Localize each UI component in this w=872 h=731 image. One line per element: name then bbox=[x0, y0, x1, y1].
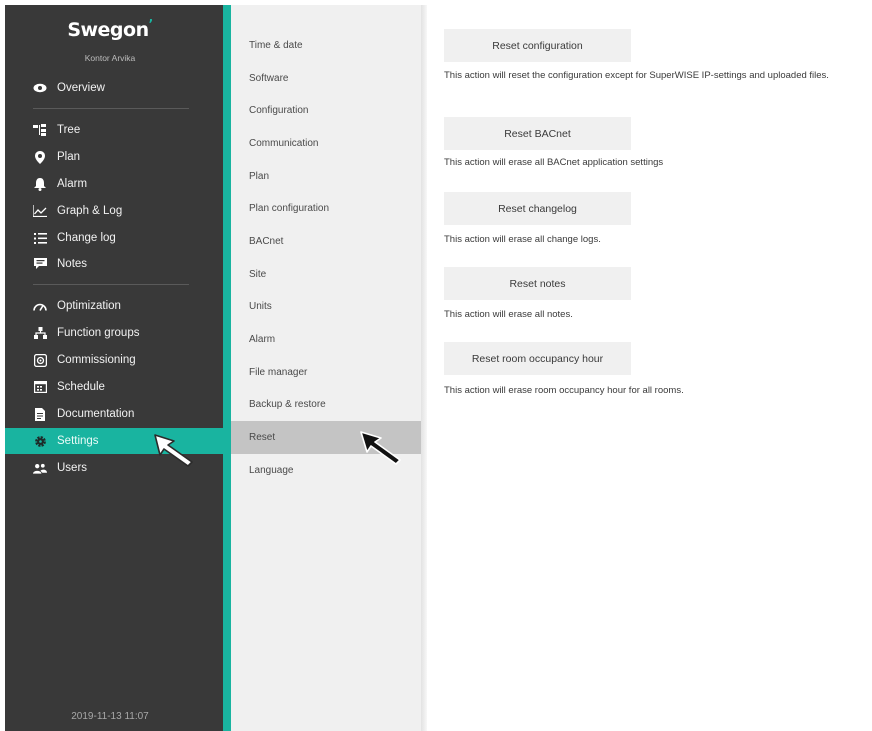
sidebar-item-label: Alarm bbox=[57, 178, 88, 190]
users-icon bbox=[33, 461, 47, 475]
submenu-item-label: Plan bbox=[249, 171, 270, 182]
sidebar-divider bbox=[33, 284, 189, 285]
sidebar-divider bbox=[33, 108, 189, 109]
gauge-icon bbox=[33, 299, 47, 313]
sidebar-item-label: Commissioning bbox=[57, 354, 136, 366]
sidebar-item-tree[interactable]: Tree bbox=[5, 117, 223, 143]
timestamp: 2019-11-13 11:07 bbox=[71, 711, 149, 722]
swegon-logo: Swegon’ bbox=[5, 17, 215, 41]
submenu-item-plan[interactable]: Plan bbox=[231, 160, 421, 193]
submenu-item-label: Language bbox=[249, 465, 294, 476]
line-chart-icon bbox=[33, 204, 47, 218]
sidebar: Swegon’ Kontor Arvika Overview Tree Plan… bbox=[5, 5, 223, 731]
submenu-item-label: Site bbox=[249, 269, 267, 280]
submenu-item-label: Software bbox=[249, 73, 289, 84]
list-icon bbox=[33, 231, 47, 245]
submenu-item-label: Backup & restore bbox=[249, 399, 326, 410]
logo-tick-icon: ’ bbox=[148, 17, 154, 31]
sidebar-item-label: Overview bbox=[57, 82, 105, 94]
submenu-shadow-edge bbox=[421, 5, 427, 731]
gear-icon bbox=[33, 434, 47, 448]
sidebar-item-optimization[interactable]: Optimization bbox=[5, 293, 223, 319]
sidebar-item-label: Change log bbox=[57, 232, 116, 244]
sidebar-item-label: Tree bbox=[57, 124, 81, 136]
settings-submenu: Time & date Software Configuration Commu… bbox=[231, 5, 421, 731]
submenu-item-file-manager[interactable]: File manager bbox=[231, 356, 421, 389]
sidebar-item-label: Settings bbox=[57, 435, 99, 447]
submenu-item-label: Alarm bbox=[249, 334, 276, 345]
calendar-icon bbox=[33, 380, 47, 394]
submenu-item-communication[interactable]: Communication bbox=[231, 127, 421, 160]
sidebar-item-label: Users bbox=[57, 462, 88, 474]
reset-room-occupancy-button[interactable]: Reset room occupancy hour bbox=[444, 342, 631, 375]
site-name: Kontor Arvika bbox=[84, 53, 136, 63]
sidebar-item-label: Optimization bbox=[57, 300, 121, 312]
hierarchy-icon bbox=[33, 326, 47, 340]
map-pin-icon bbox=[33, 150, 47, 164]
submenu-item-label: Units bbox=[249, 301, 272, 312]
submenu-item-time-date[interactable]: Time & date bbox=[231, 29, 421, 62]
submenu-item-label: File manager bbox=[249, 367, 308, 378]
reset-room-occupancy-description: This action will erase room occupancy ho… bbox=[444, 385, 684, 396]
chat-bubble-icon bbox=[33, 257, 47, 271]
submenu-item-units[interactable]: Units bbox=[231, 290, 421, 323]
reset-bacnet-button[interactable]: Reset BACnet bbox=[444, 117, 631, 150]
submenu-item-label: Configuration bbox=[249, 105, 309, 116]
submenu-item-bacnet[interactable]: BACnet bbox=[231, 225, 421, 258]
sidebar-item-label: Graph & Log bbox=[57, 205, 123, 217]
pointer-arrow-icon bbox=[360, 431, 401, 465]
sidebar-item-label: Plan bbox=[57, 151, 81, 163]
submenu-item-backup-restore[interactable]: Backup & restore bbox=[231, 388, 421, 421]
reset-notes-description: This action will erase all notes. bbox=[444, 309, 573, 320]
sidebar-item-function-groups[interactable]: Function groups bbox=[5, 320, 223, 346]
submenu-item-label: Plan configuration bbox=[249, 203, 330, 214]
reset-configuration-description: This action will reset the configuration… bbox=[444, 70, 829, 81]
reset-notes-button[interactable]: Reset notes bbox=[444, 267, 631, 300]
submenu-item-plan-configuration[interactable]: Plan configuration bbox=[231, 192, 421, 225]
submenu-item-software[interactable]: Software bbox=[231, 62, 421, 95]
sidebar-accent-strip bbox=[223, 5, 231, 731]
sidebar-item-documentation[interactable]: Documentation bbox=[5, 401, 223, 427]
sidebar-item-schedule[interactable]: Schedule bbox=[5, 374, 223, 400]
sidebar-item-graph-log[interactable]: Graph & Log bbox=[5, 198, 223, 224]
submenu-item-label: Reset bbox=[249, 432, 276, 443]
document-icon bbox=[33, 407, 47, 421]
reset-changelog-button[interactable]: Reset changelog bbox=[444, 192, 631, 225]
sidebar-item-label: Schedule bbox=[57, 381, 105, 393]
sidebar-item-label: Function groups bbox=[57, 327, 140, 339]
sidebar-item-overview[interactable]: Overview bbox=[5, 75, 223, 101]
submenu-item-alarm[interactable]: Alarm bbox=[231, 323, 421, 356]
sidebar-item-label: Documentation bbox=[57, 408, 135, 420]
reset-bacnet-description: This action will erase all BACnet applic… bbox=[444, 157, 664, 168]
submenu-item-label: Communication bbox=[249, 138, 319, 149]
logo-text: Swegon bbox=[67, 19, 149, 41]
sidebar-item-label: Notes bbox=[57, 258, 88, 270]
submenu-item-configuration[interactable]: Configuration bbox=[231, 94, 421, 127]
sidebar-item-plan[interactable]: Plan bbox=[5, 144, 223, 170]
sidebar-item-notes[interactable]: Notes bbox=[5, 251, 223, 277]
tree-icon bbox=[33, 123, 47, 137]
reset-changelog-description: This action will erase all change logs. bbox=[444, 234, 601, 245]
sidebar-item-commissioning[interactable]: Commissioning bbox=[5, 347, 223, 373]
submenu-item-label: Time & date bbox=[249, 40, 303, 51]
reset-configuration-button[interactable]: Reset configuration bbox=[444, 29, 631, 62]
submenu-item-label: BACnet bbox=[249, 236, 284, 247]
eye-icon bbox=[33, 81, 47, 95]
bell-icon bbox=[33, 177, 47, 191]
sidebar-item-change-log[interactable]: Change log bbox=[5, 225, 223, 251]
commissioning-icon bbox=[33, 353, 47, 367]
pointer-arrow-icon bbox=[154, 434, 193, 467]
sidebar-item-alarm[interactable]: Alarm bbox=[5, 171, 223, 197]
submenu-item-site[interactable]: Site bbox=[231, 258, 421, 291]
